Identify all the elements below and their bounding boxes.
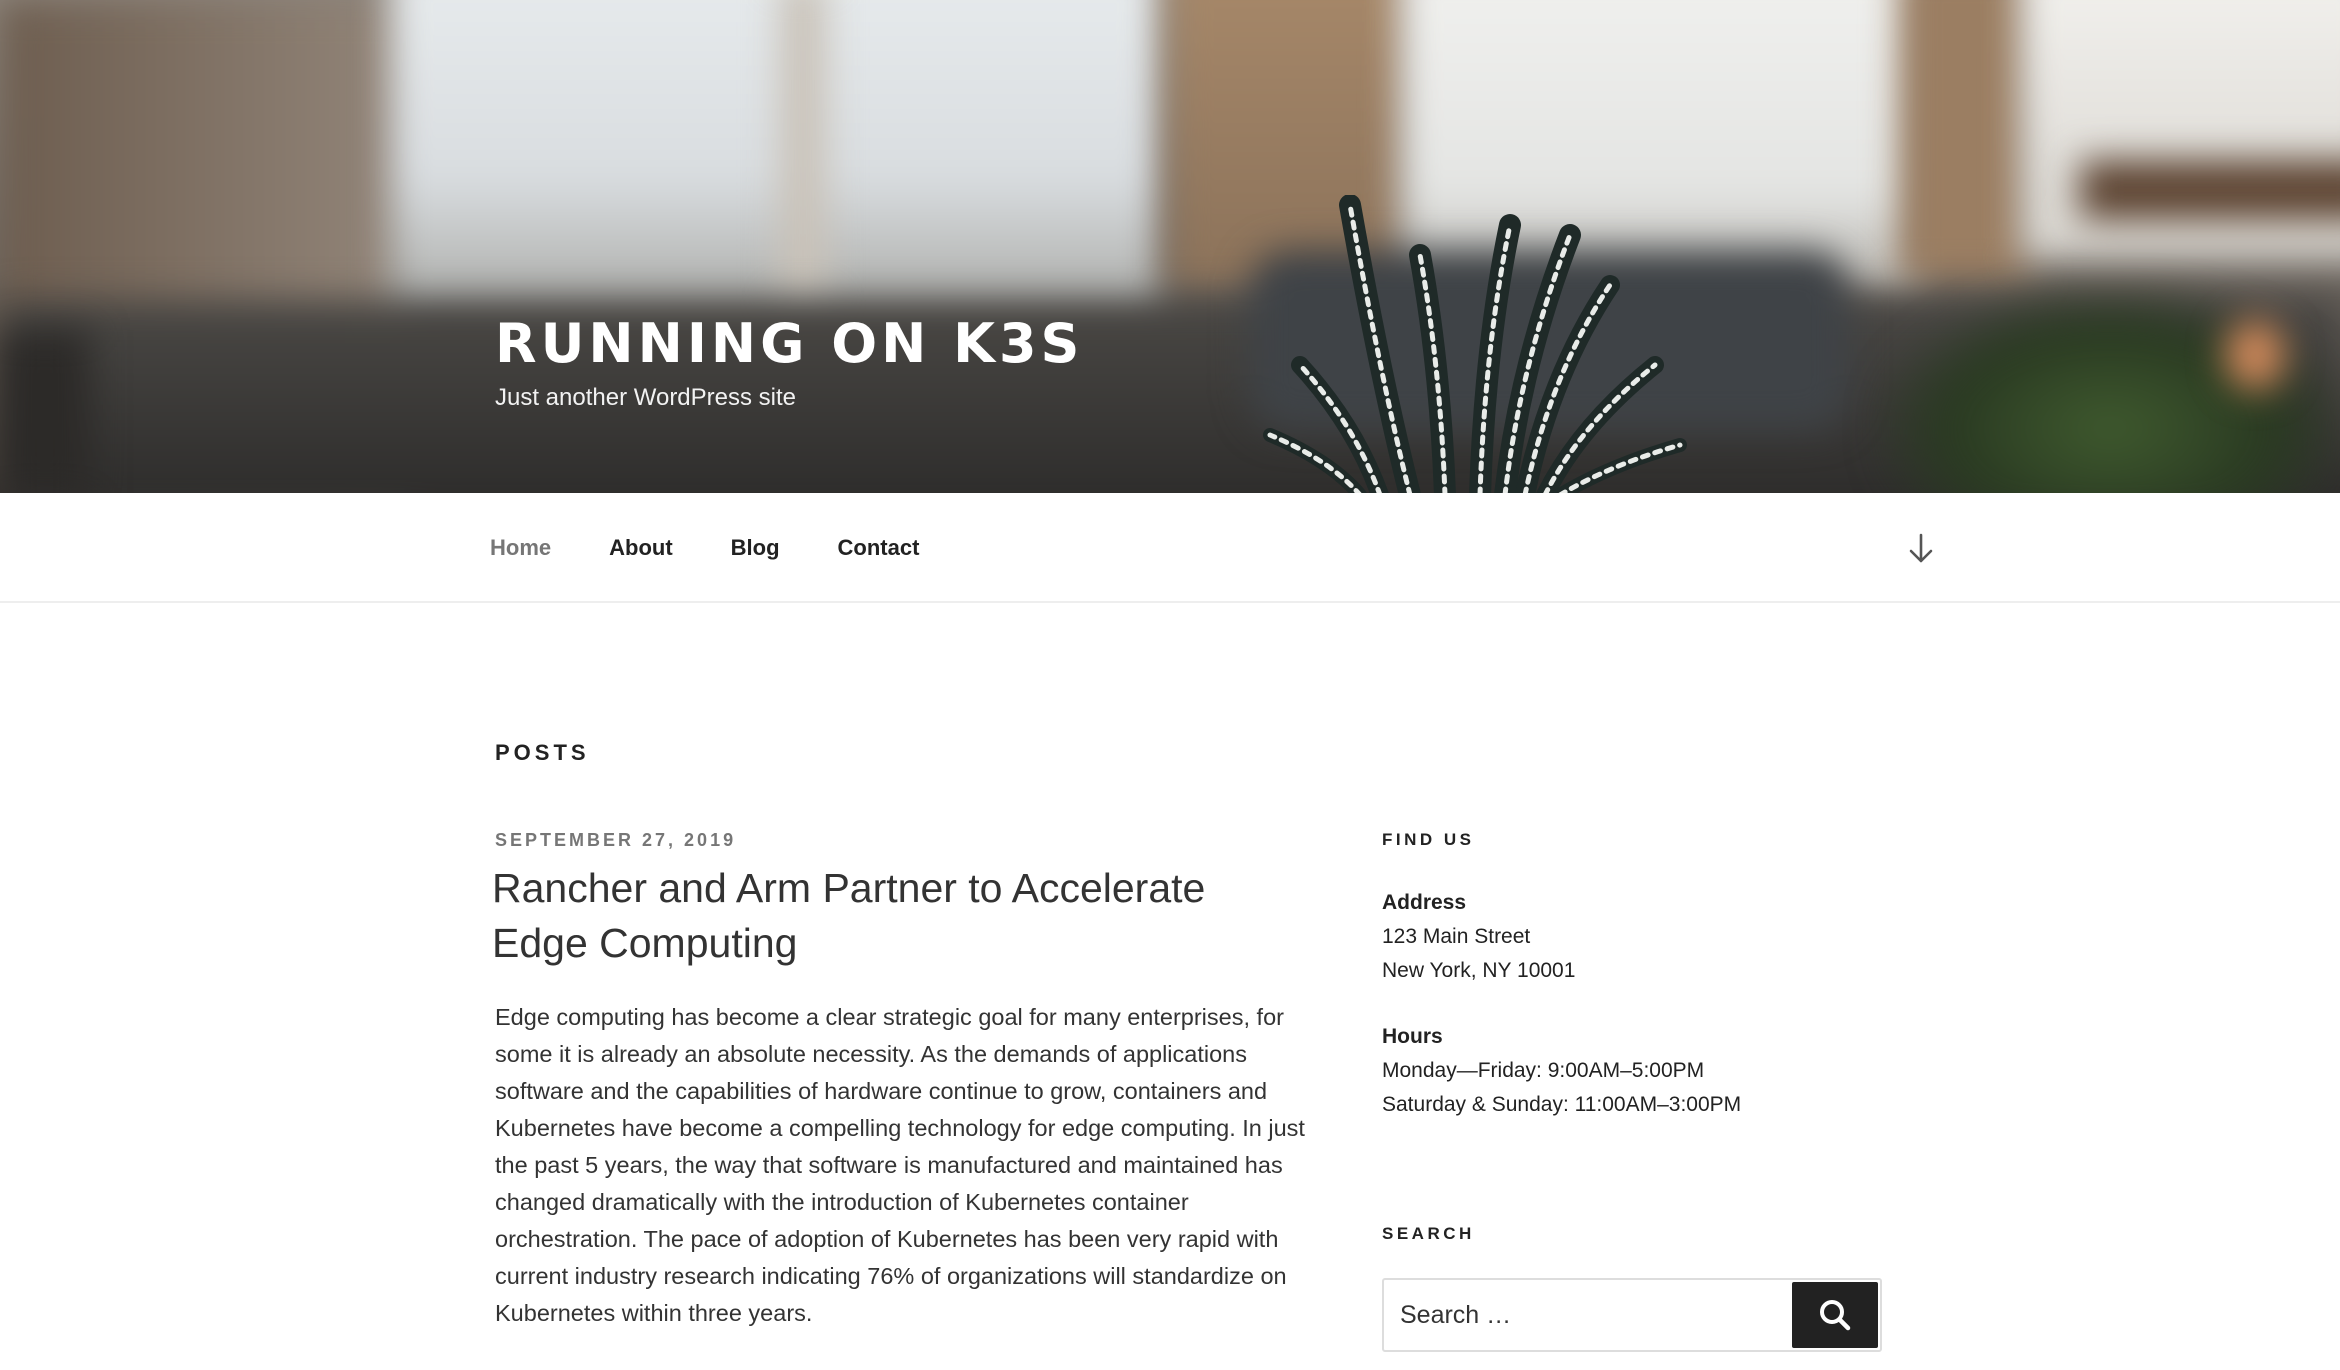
main-navigation: Home About Blog Contact <box>0 493 2340 603</box>
search-form <box>1382 1278 1882 1352</box>
hours-label: Hours <box>1382 1025 1443 1048</box>
post-entry: SEPTEMBER 27, 2019 Rancher and Arm Partn… <box>492 830 1305 1332</box>
header-background-window <box>390 0 1160 320</box>
nav-menu: Home About Blog Contact <box>490 493 977 603</box>
post-excerpt: Edge computing has become a clear strate… <box>495 1004 1305 1326</box>
nav-item-contact[interactable]: Contact <box>838 535 920 561</box>
find-us-heading: FIND US <box>1382 830 1475 849</box>
hours-line: Saturday & Sunday: 11:00AM–3:00PM <box>1382 1093 1742 1116</box>
page-title: POSTS <box>495 740 590 765</box>
header-background-shadow <box>0 330 90 493</box>
post-date[interactable]: SEPTEMBER 27, 2019 <box>495 830 1305 851</box>
succulent-plant-image <box>1263 195 1687 493</box>
header-background-window-3 <box>2020 0 2340 260</box>
search-input[interactable] <box>1400 1280 1760 1350</box>
header-background-mullion <box>780 0 826 300</box>
site-title[interactable]: RUNNING ON K3S <box>495 312 1083 375</box>
address-line: 123 Main Street <box>1382 925 1531 948</box>
search-button[interactable] <box>1792 1282 1878 1348</box>
search-heading: SEARCH <box>1382 1224 1475 1243</box>
header-background-pillar-2 <box>1900 0 2030 280</box>
header-background-lamp <box>2225 320 2285 390</box>
address-block: Address 123 Main Street New York, NY 100… <box>1382 886 1882 988</box>
address-line: New York, NY 10001 <box>1382 959 1576 982</box>
site-tagline: Just another WordPress site <box>495 384 797 411</box>
post-title[interactable]: Rancher and Arm Partner to Accelerate Ed… <box>492 861 1305 971</box>
arrow-down-icon[interactable] <box>1906 529 1936 569</box>
nav-item-home[interactable]: Home <box>490 535 551 561</box>
hours-block: Hours Monday—Friday: 9:00AM–5:00PM Satur… <box>1382 1020 1882 1122</box>
address-label: Address <box>1382 891 1467 914</box>
site-header: RUNNING ON K3S Just another WordPress si… <box>0 0 2340 493</box>
find-us-widget: Address 123 Main Street New York, NY 100… <box>1382 886 1882 1122</box>
header-background-plant <box>1880 290 2340 493</box>
header-background-shelf <box>2080 160 2340 220</box>
nav-item-blog[interactable]: Blog <box>731 535 780 561</box>
hours-line: Monday—Friday: 9:00AM–5:00PM <box>1382 1059 1705 1082</box>
search-icon <box>1820 1300 1851 1331</box>
sidebar: FIND US Address 123 Main Street New York… <box>1382 830 1882 1154</box>
nav-item-about[interactable]: About <box>609 535 673 561</box>
